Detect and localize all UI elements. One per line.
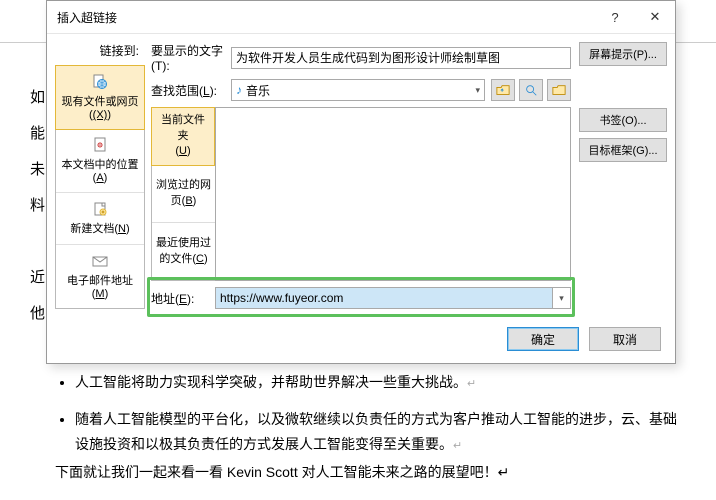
folder-up-icon — [496, 83, 510, 97]
insert-hyperlink-dialog: 插入超链接 ? ✕ 链接到: 现有文件或网页((X)) 本文档中的位置(A) 新… — [46, 0, 676, 364]
close-button[interactable]: ✕ — [635, 1, 675, 34]
display-text-label: 要显示的文字(T): — [151, 42, 231, 73]
address-input[interactable] — [216, 288, 552, 308]
bookmark-button[interactable]: 书签(O)... — [579, 108, 667, 132]
sidebar-item-existing-file[interactable]: 现有文件或网页((X)) — [55, 65, 145, 130]
folder-open-icon — [552, 83, 566, 97]
background-text: 如能未料近他 — [30, 80, 45, 332]
target-frame-button[interactable]: 目标框架(G)... — [579, 138, 667, 162]
screentip-button[interactable]: 屏幕提示(P)... — [579, 42, 667, 66]
link-to-sidebar: 现有文件或网页((X)) 本文档中的位置(A) 新建文档(N) 电子邮件地址(M… — [55, 65, 145, 309]
lookin-select[interactable]: ♪ 音乐 ▾ — [231, 79, 485, 101]
dialog-title: 插入超链接 — [57, 9, 595, 26]
address-label: 地址(E): — [151, 290, 215, 307]
tab-recent-files[interactable]: 最近使用过的文件(C) — [152, 223, 215, 280]
file-listbox[interactable] — [215, 107, 571, 281]
web-search-icon — [524, 83, 538, 97]
new-document-icon — [92, 201, 108, 217]
sidebar-item-email[interactable]: 电子邮件地址(M) — [56, 245, 144, 308]
display-text-input[interactable] — [231, 47, 571, 69]
browse-web-button[interactable] — [519, 79, 543, 101]
tab-current-folder[interactable]: 当前文件夹(U) — [151, 107, 215, 166]
titlebar: 插入超链接 ? ✕ — [47, 1, 675, 34]
sidebar-item-place-in-doc[interactable]: 本文档中的位置(A) — [56, 129, 144, 193]
browse-tabs: 当前文件夹(U) 浏览过的网页(B) 最近使用过的文件(C) — [151, 107, 215, 281]
background-line: 下面就让我们一起来看一看 Kevin Scott 对人工智能未来之路的展望吧！↵ — [55, 462, 509, 482]
ok-button[interactable]: 确定 — [507, 327, 579, 351]
cancel-button[interactable]: 取消 — [589, 327, 661, 351]
link-to-label: 链接到: — [55, 42, 145, 59]
up-folder-button[interactable] — [491, 79, 515, 101]
help-button[interactable]: ? — [595, 1, 635, 34]
background-bullets: 人工智能将助力实现科学突破，并帮助世界解决一些重大挑战。↵ 随着人工智能模型的平… — [55, 370, 681, 470]
browse-file-button[interactable] — [547, 79, 571, 101]
document-target-icon — [92, 137, 108, 153]
address-dropdown-button[interactable]: ▾ — [552, 288, 570, 308]
globe-page-icon — [92, 74, 108, 90]
music-folder-icon: ♪ — [236, 83, 242, 97]
email-icon — [92, 253, 108, 269]
lookin-label: 查找范围(L): — [151, 82, 231, 99]
sidebar-item-new-doc[interactable]: 新建文档(N) — [56, 193, 144, 245]
tab-browsed-pages[interactable]: 浏览过的网页(B) — [152, 165, 215, 223]
